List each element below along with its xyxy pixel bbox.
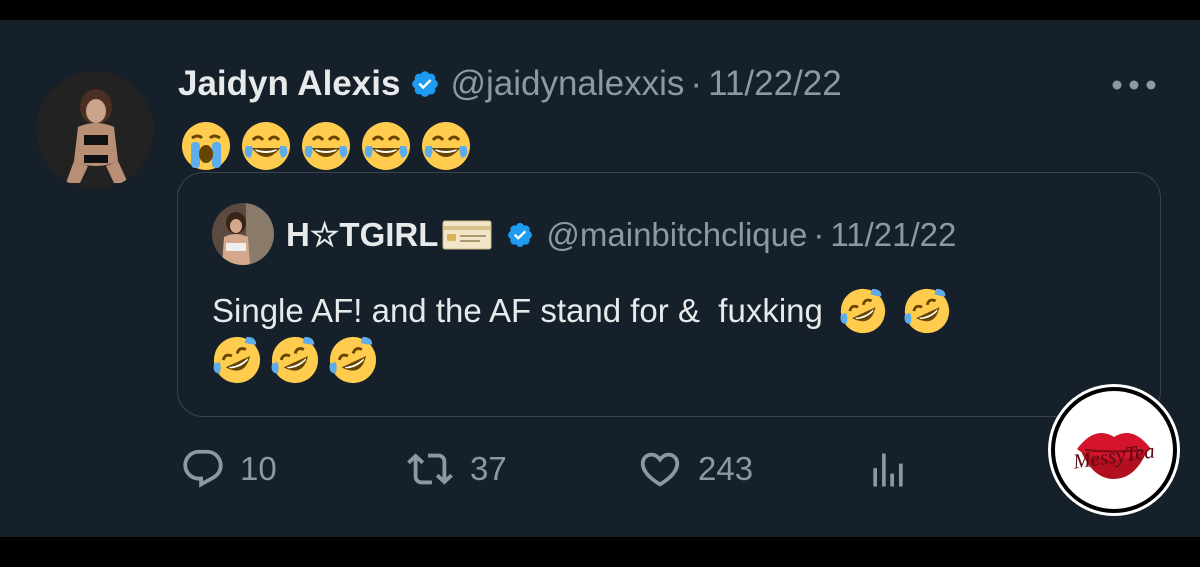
tears-of-joy-icon xyxy=(362,122,410,170)
more-options-icon[interactable] xyxy=(1110,78,1158,92)
messy-tea-watermark: MessyTea xyxy=(1051,387,1177,513)
tweet-text xyxy=(180,120,472,172)
views-button[interactable] xyxy=(866,448,924,492)
like-button[interactable]: 243 xyxy=(636,446,753,492)
quoted-tweet-date[interactable]: 11/21/22 xyxy=(830,216,956,254)
header-separator: · xyxy=(690,64,703,103)
loudly-crying-face-icon xyxy=(182,122,230,170)
bottom-black-bar xyxy=(0,537,1200,567)
tears-of-joy-icon xyxy=(302,122,350,170)
reply-button[interactable]: 10 xyxy=(180,446,277,492)
quoted-tweet[interactable]: H☆TGIRL @mainbitchclique · 11/21/22 Sing… xyxy=(177,172,1161,417)
top-black-bar xyxy=(0,0,1200,20)
tears-of-joy-icon xyxy=(422,122,470,170)
quoted-author-avatar[interactable] xyxy=(212,203,274,265)
reply-count: 10 xyxy=(240,450,277,487)
tweet-card[interactable]: Jaidyn Alexis @jaidynalexxis · 11/22/22 xyxy=(0,20,1200,537)
reply-icon xyxy=(183,449,223,488)
bar-chart-icon xyxy=(873,453,903,487)
credit-card-icon xyxy=(442,220,492,249)
quoted-header-separator: · xyxy=(813,215,825,253)
tweet-actions: 10 37 243 xyxy=(0,446,1200,496)
retweet-button[interactable]: 37 xyxy=(404,446,507,492)
author-name[interactable]: Jaidyn Alexis xyxy=(178,64,400,104)
rolling-on-floor-laughing-icon xyxy=(329,336,377,384)
quoted-author-name[interactable]: H☆TGIRL xyxy=(286,215,438,254)
rolling-on-floor-laughing-icon xyxy=(271,336,319,384)
quoted-tweet-text: Single AF! and the AF stand for & fuxkin… xyxy=(212,287,951,335)
tweet-header: Jaidyn Alexis @jaidynalexxis · 11/22/22 xyxy=(178,64,842,104)
retweet-icon xyxy=(407,453,453,485)
quoted-tweet-text-content: Single AF! and the AF stand for & fuxkin… xyxy=(212,292,823,329)
rolling-on-floor-laughing-icon xyxy=(213,336,261,384)
author-avatar[interactable] xyxy=(36,71,154,189)
heart-icon xyxy=(640,452,680,487)
retweet-count: 37 xyxy=(470,450,507,487)
rolling-on-floor-laughing-icon xyxy=(840,288,886,334)
quoted-tweet-text-line2 xyxy=(212,335,378,385)
tears-of-joy-icon xyxy=(242,122,290,170)
tweet-date[interactable]: 11/22/22 xyxy=(708,64,842,104)
quoted-author-handle[interactable]: @mainbitchclique xyxy=(546,216,807,254)
rolling-on-floor-laughing-icon xyxy=(904,288,950,334)
verified-badge-icon xyxy=(412,71,439,97)
like-count: 243 xyxy=(698,450,754,487)
author-handle[interactable]: @jaidynalexxis xyxy=(450,64,684,104)
quoted-tweet-header: H☆TGIRL @mainbitchclique · 11/21/22 xyxy=(286,215,956,254)
verified-badge-icon xyxy=(508,222,533,247)
